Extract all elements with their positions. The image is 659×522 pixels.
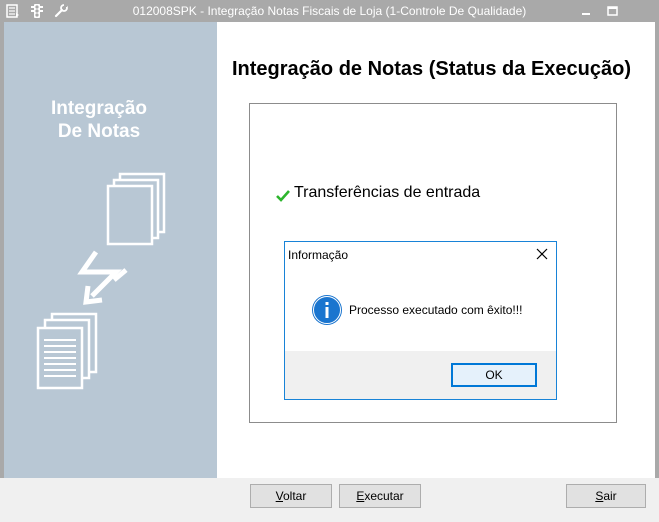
title-bar: 012008SPK - Integração Notas Fiscais de …	[0, 0, 659, 22]
side-title-line1: Integração	[50, 98, 148, 119]
info-dialog: Informação Processo executado com êxito!…	[284, 241, 557, 400]
button-bar: Voltar Executar Sair	[0, 478, 659, 522]
voltar-mnemonic: V	[275, 489, 283, 503]
status-item: Transferências de entrada	[276, 184, 480, 202]
voltar-button[interactable]: Voltar	[250, 484, 332, 508]
executar-label-rest: xecutar	[364, 489, 404, 503]
side-title-line2: De Notas	[57, 121, 141, 142]
status-item-label: Transferências de entrada	[294, 184, 481, 201]
sair-button[interactable]: Sair	[566, 484, 646, 508]
side-panel: Integração De Notas	[4, 22, 217, 478]
documents-icon	[106, 172, 166, 246]
text-documents-icon	[36, 312, 98, 390]
dialog-message: Processo executado com êxito!!!	[349, 303, 523, 317]
window-title: 012008SPK - Integração Notas Fiscais de …	[132, 4, 527, 18]
dialog-footer: OK	[285, 351, 556, 399]
info-icon	[312, 295, 342, 325]
dialog-title: Informação	[288, 248, 349, 262]
check-icon	[276, 190, 290, 202]
ok-button[interactable]: OK	[451, 363, 537, 387]
page-title: Integração de Notas (Status da Execução)	[232, 58, 632, 80]
maximize-button[interactable]	[604, 3, 622, 19]
voltar-label-rest: oltar	[283, 489, 307, 503]
sair-label-rest: air	[603, 489, 617, 503]
transfer-arrow-icon	[77, 250, 128, 305]
app-window: 012008SPK - Integração Notas Fiscais de …	[0, 0, 659, 522]
minimize-button[interactable]	[578, 3, 596, 19]
executar-button[interactable]: Executar	[339, 484, 421, 508]
close-icon[interactable]	[534, 246, 550, 262]
